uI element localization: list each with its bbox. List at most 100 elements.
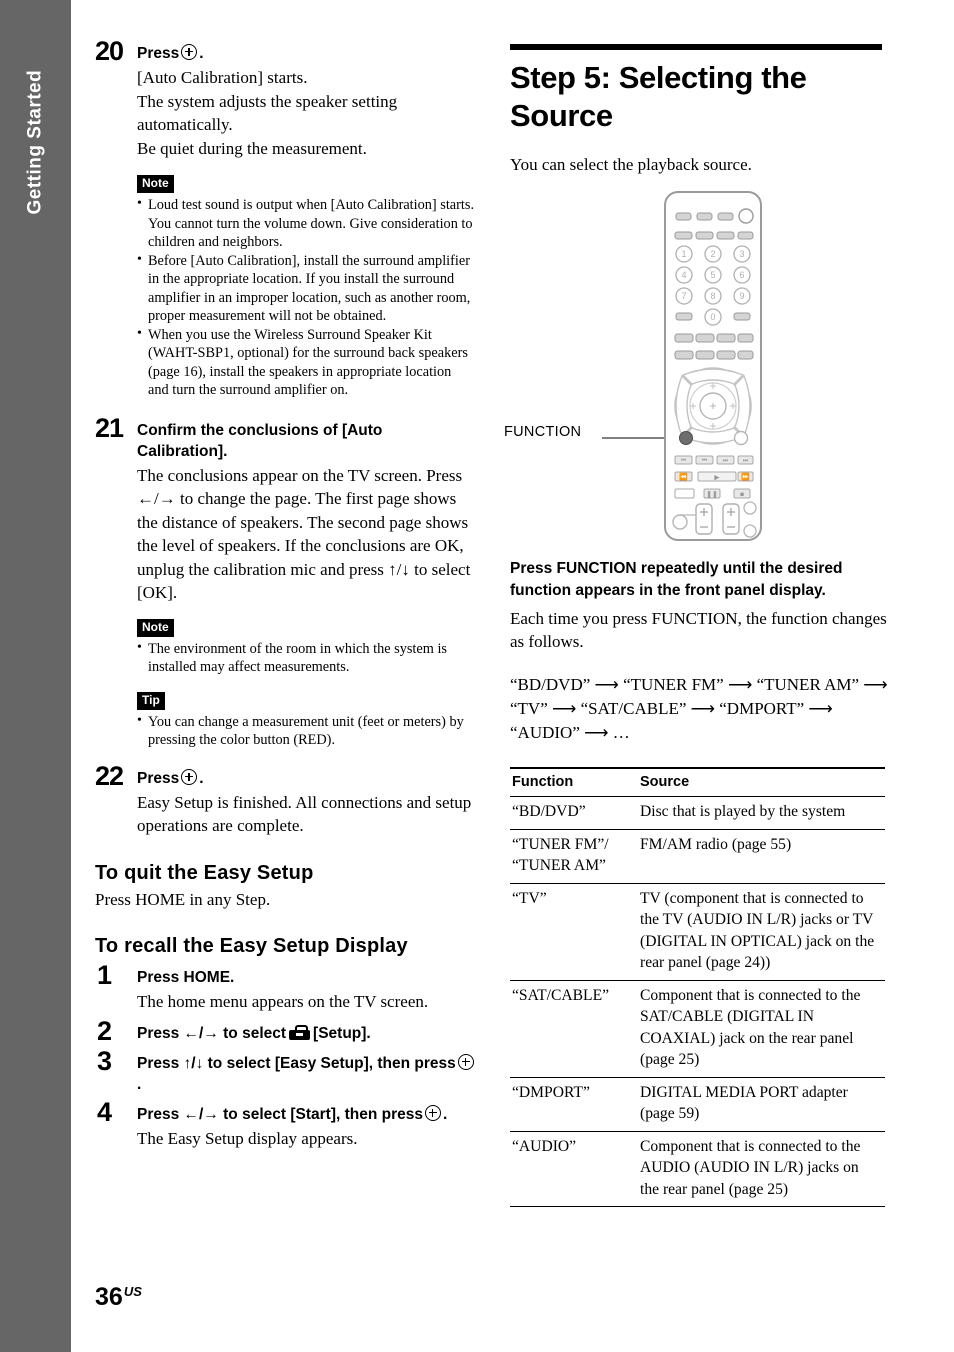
recall-step-3-heading-suffix: . xyxy=(137,1075,142,1093)
svg-text:5: 5 xyxy=(710,270,715,280)
note-item: Loud test sound is output when [Auto Cal… xyxy=(137,195,475,252)
step-20-body-line-1: [Auto Calibration] starts. xyxy=(137,68,308,87)
recall-step-2-heading: Press ←/→ to select [Setup]. xyxy=(137,1023,477,1044)
svg-text:⏩: ⏩ xyxy=(741,472,750,481)
table-cell-source: FM/AM radio (page 55) xyxy=(638,829,885,884)
step-22-heading-prefix: Press xyxy=(137,769,180,787)
recall-step-2-heading-suffix: [Setup]. xyxy=(313,1024,371,1042)
table-cell-source: Component that is connected to the SAT/C… xyxy=(638,980,885,1078)
note-list-1: Loud test sound is output when [Auto Cal… xyxy=(137,195,475,400)
recall-step-2-heading-prefix: Press ←/→ to select xyxy=(137,1024,287,1042)
step-22-number: 22 xyxy=(95,760,124,791)
svg-text:2: 2 xyxy=(710,249,715,259)
step-20-number: 20 xyxy=(95,36,124,66)
table-cell-source: Disc that is played by the system xyxy=(638,796,885,830)
table-row: “TUNER FM”/ “TUNER AM” FM/AM radio (page… xyxy=(510,829,885,884)
note-list-2: The environment of the room in which the… xyxy=(137,639,475,677)
table-row: “BD/DVD” Disc that is played by the syst… xyxy=(510,796,885,830)
recall-step-3-number: 3 xyxy=(97,1045,112,1076)
table-header-function: Function xyxy=(510,767,638,797)
step-21-number: 21 xyxy=(95,412,124,443)
svg-text:3: 3 xyxy=(739,249,744,259)
svg-text:4: 4 xyxy=(681,270,686,280)
step-21-body: The conclusions appear on the TV screen.… xyxy=(137,465,471,603)
function-paragraph: Each time you press FUNCTION, the functi… xyxy=(510,609,887,651)
tip-badge: Tip xyxy=(137,691,165,710)
enter-button-icon xyxy=(457,1053,474,1070)
table-row: “AUDIO” Component that is connected to t… xyxy=(510,1131,885,1207)
tip-item: You can change a measurement unit (feet … xyxy=(137,712,475,750)
function-source-table: Function Source “BD/DVD” Disc that is pl… xyxy=(510,767,885,1207)
table-row: “DMPORT” DIGITAL MEDIA PORT adapter (pag… xyxy=(510,1077,885,1132)
page-number: 36US xyxy=(95,1279,142,1310)
recall-step-2-number: 2 xyxy=(97,1015,112,1046)
note-badge: Note xyxy=(137,618,174,637)
table-cell-source: DIGITAL MEDIA PORT adapter (page 59) xyxy=(638,1077,885,1132)
svg-text:8: 8 xyxy=(710,291,715,301)
recall-step-3: 3 Press ↑/↓ to select [Easy Setup], then… xyxy=(95,1047,477,1095)
svg-text:⏭: ⏭ xyxy=(723,458,729,464)
note-item: When you use the Wireless Surround Speak… xyxy=(137,325,475,400)
recall-step-1-number: 1 xyxy=(97,960,112,990)
right-column: Step 5: Selecting the Source You can sel… xyxy=(504,44,890,1207)
left-column: 20 Press. [Auto Calibration] starts. The… xyxy=(95,30,477,1150)
table-row: “SAT/CABLE” Component that is connected … xyxy=(510,980,885,1078)
recall-step-1: 1 Press HOME. The home menu appears on t… xyxy=(95,962,477,1014)
recall-step-3-heading: Press ↑/↓ to select [Easy Setup], then p… xyxy=(137,1053,477,1095)
page-number-value: 36 xyxy=(95,1283,123,1311)
tip-block: Tip You can change a measurement unit (f… xyxy=(137,691,475,750)
svg-text:1: 1 xyxy=(681,249,686,259)
quit-section-body: Press HOME in any Step. xyxy=(95,889,271,909)
recall-step-3-heading-prefix: Press ↑/↓ to select [Easy Setup], then p… xyxy=(137,1054,456,1072)
table-cell-function: “SAT/CABLE” xyxy=(510,980,638,1078)
step-22: 22 Press. Easy Setup is finished. All co… xyxy=(95,762,477,838)
table-cell-function: “BD/DVD” xyxy=(510,796,638,830)
step-20-heading-suffix: . xyxy=(199,45,204,62)
svg-text:⏪: ⏪ xyxy=(679,472,688,481)
intro-paragraph: You can select the playback source. xyxy=(510,155,752,174)
recall-step-4-heading-suffix: . xyxy=(442,1105,448,1123)
enter-button-icon xyxy=(424,1104,441,1121)
recall-step-4-number: 4 xyxy=(97,1096,112,1127)
recall-section-heading: To recall the Easy Setup Display xyxy=(95,935,408,957)
svg-text:6: 6 xyxy=(739,270,744,280)
table-cell-function: “TV” xyxy=(510,883,638,981)
table-header-row: Function Source xyxy=(510,767,885,797)
step-22-heading: Press. xyxy=(137,768,477,789)
enter-button-icon xyxy=(181,768,198,785)
note-block-2: Note The environment of the room in whic… xyxy=(137,618,475,677)
note-block-1: Note Loud test sound is output when [Aut… xyxy=(137,174,475,400)
note-item: The environment of the room in which the… xyxy=(137,639,475,677)
recall-step-4-heading-prefix: Press ←/→ to select [Start], then press xyxy=(137,1105,423,1123)
step-22-body: Easy Setup is finished. All connections … xyxy=(137,792,472,836)
page-content: 20 Press. [Auto Calibration] starts. The… xyxy=(71,0,954,1352)
table-row: “TV” TV (component that is connected to … xyxy=(510,883,885,981)
table-cell-source: TV (component that is connected to the T… xyxy=(638,883,885,981)
svg-text:7: 7 xyxy=(681,291,686,301)
function-instruction: Press FUNCTION repeatedly until the desi… xyxy=(510,560,843,599)
step-22-heading-suffix: . xyxy=(199,769,204,787)
remote-control-figure: FUNCTION 1 2 3 4 5 6 7 8 9 0 ⏮ ⏮ ⏭ ⏭ ⏪ ▶… xyxy=(504,186,890,546)
note-badge: Note xyxy=(137,175,174,193)
recall-step-1-body: The home menu appears on the TV screen. xyxy=(137,992,429,1011)
table-cell-function: “DMPORT” xyxy=(510,1077,638,1132)
setup-toolbox-icon xyxy=(289,1024,311,1040)
svg-text:⏭: ⏭ xyxy=(743,458,749,464)
recall-step-1-heading: Press HOME. xyxy=(137,969,235,986)
recall-step-2: 2 Press ←/→ to select [Setup]. xyxy=(95,1017,477,1044)
quit-section-heading: To quit the Easy Setup xyxy=(95,861,314,884)
svg-text:▶: ▶ xyxy=(714,475,720,482)
enter-button-icon xyxy=(181,44,198,60)
table-cell-source: Component that is connected to the AUDIO… xyxy=(638,1131,885,1207)
recall-step-4: 4 Press ←/→ to select [Start], then pres… xyxy=(95,1098,477,1151)
recall-step-4-heading: Press ←/→ to select [Start], then press. xyxy=(137,1104,477,1125)
step-20-body-line-3: Be quiet during the measurement. xyxy=(137,138,367,158)
section-rule xyxy=(510,44,882,50)
svg-text:⏮: ⏮ xyxy=(702,458,708,464)
chapter-tab-label: Getting Started xyxy=(24,69,46,215)
page-title: Step 5: Selecting the Source xyxy=(510,60,807,133)
step-20-body-line-2: The system adjusts the speaker setting a… xyxy=(137,91,398,135)
note-item: Before [Auto Calibration], install the s… xyxy=(137,251,475,326)
svg-text:■: ■ xyxy=(740,492,744,499)
step-20-heading-prefix: Press xyxy=(137,45,180,62)
